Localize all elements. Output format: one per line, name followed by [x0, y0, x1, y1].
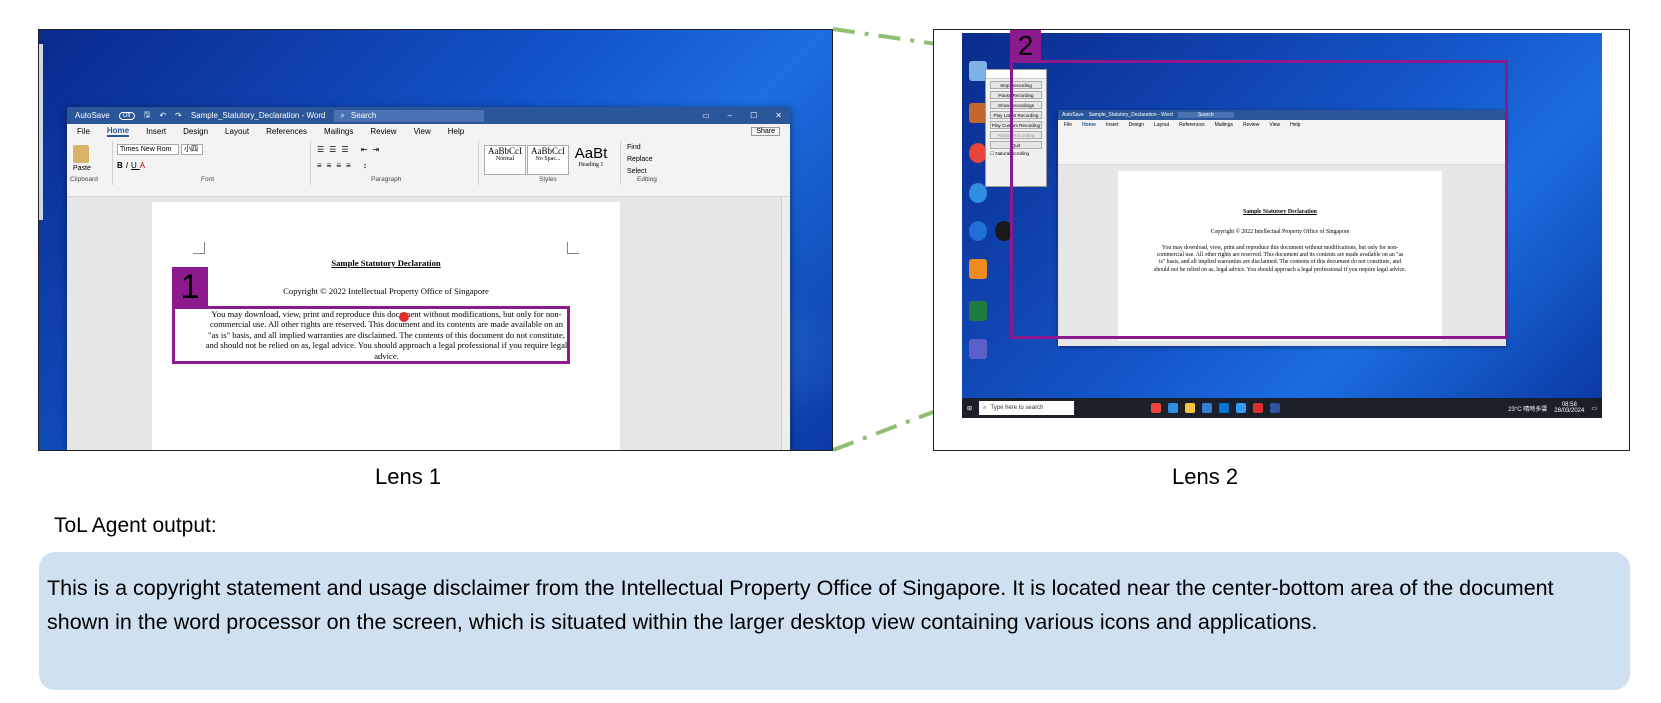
list-icons[interactable]: ☰☰☰ ⇤⇥: [317, 145, 384, 154]
badge-1: 1: [172, 267, 208, 307]
search-icon: ⌕: [340, 110, 345, 120]
document-title: Sample_Statutory_Declaration - Word: [190, 111, 326, 120]
styles-group: AaBbCcI Normal AaBbCcI No Spac... AaBt Head…: [481, 141, 621, 185]
clock: 08:58 28/03/2024: [1554, 402, 1585, 414]
app-icon[interactable]: [969, 221, 987, 241]
tab-review[interactable]: Review: [370, 127, 396, 136]
tab-layout[interactable]: Layout: [225, 127, 249, 136]
margin-mark: [567, 242, 579, 254]
taskbar-app-icon[interactable]: [1253, 403, 1264, 413]
margin-mark: [193, 242, 205, 254]
lens-1-panel: AutoSave Off 🖫 ↶ ↷ Sample_Statutory_Decl…: [38, 29, 833, 451]
paste-label[interactable]: Paste: [73, 165, 91, 172]
align-icons[interactable]: ≡≡≡≡ ↕: [317, 161, 372, 170]
word-titlebar: AutoSave Off 🖫 ↶ ↷ Sample_Statutory_Decl…: [67, 107, 790, 124]
taskbar-edge-icon[interactable]: [1168, 403, 1179, 413]
search-box[interactable]: ⌕ Search: [334, 109, 485, 122]
lens-2-panel: Stop Recording Pause Recording Show Reco…: [933, 29, 1630, 451]
document-title-text: Sample Statutory Declaration: [331, 258, 441, 268]
lens-2-caption: Lens 2: [1172, 464, 1239, 489]
taskbar-mail-icon[interactable]: [1219, 403, 1230, 413]
clipboard-group: Paste Clipboard: [67, 141, 113, 185]
editing-group-label: Editing: [637, 176, 657, 183]
highlight-box-2: [1010, 60, 1508, 339]
tab-home[interactable]: Home: [106, 126, 130, 137]
select-button[interactable]: Select: [627, 168, 646, 175]
tab-references[interactable]: References: [266, 127, 307, 136]
clipboard-group-label: Clipboard: [70, 176, 98, 183]
font-group-label: Font: [201, 176, 215, 183]
search-placeholder: Search: [350, 111, 377, 120]
font-size-select[interactable]: 小四: [180, 144, 203, 155]
ribbon-display-icon[interactable]: ▭: [702, 111, 710, 120]
left-edge-bar: [39, 44, 43, 220]
style-heading-1[interactable]: AaBt Heading 1: [570, 145, 612, 175]
find-button[interactable]: Find: [627, 144, 641, 151]
style-normal[interactable]: AaBbCcI Normal: [484, 145, 526, 175]
search-icon: ⌕: [983, 404, 987, 411]
tab-file[interactable]: File: [77, 127, 90, 136]
autosave-label: AutoSave: [75, 111, 110, 120]
paragraph-group: ☰☰☰ ⇤⇥ ≡≡≡≡ ↕ Paragraph: [313, 141, 479, 185]
excel-icon[interactable]: [969, 301, 987, 321]
font-group: Times New Rom 小四 BIUA Font: [115, 141, 311, 185]
ribbon: Paste Clipboard Times New Rom 小四 BIUA Fo…: [67, 139, 790, 197]
tab-view[interactable]: View: [414, 127, 431, 136]
badge-2: 2: [1010, 30, 1041, 62]
lens-1-caption: Lens 1: [375, 464, 442, 489]
tab-insert[interactable]: Insert: [146, 127, 166, 136]
agent-output-box: This is a copyright statement and usage …: [39, 552, 1630, 690]
share-button[interactable]: Share: [751, 127, 780, 136]
autosave-toggle[interactable]: Off: [118, 111, 135, 120]
underline-icon[interactable]: U: [131, 161, 140, 170]
minimize-icon[interactable]: –: [728, 111, 732, 120]
tab-design[interactable]: Design: [183, 127, 208, 136]
close-icon[interactable]: ✕: [775, 111, 782, 120]
paragraph-group-label: Paragraph: [371, 176, 402, 183]
highlight-box-1: [172, 306, 570, 364]
replace-button[interactable]: Replace: [627, 156, 653, 163]
start-icon[interactable]: ⊞: [967, 405, 972, 412]
taskbar: ⊞ ⌕ Type here to search 23°C 晴時多雲 08:58 28…: [962, 398, 1602, 418]
style-no-spacing[interactable]: AaBbCcI No Spac...: [527, 145, 569, 175]
styles-group-label: Styles: [539, 176, 557, 183]
tab-mailings[interactable]: Mailings: [324, 127, 353, 136]
save-icon[interactable]: 🖫: [144, 109, 151, 123]
redo-icon[interactable]: ↷: [175, 111, 182, 120]
undo-icon[interactable]: ↶: [159, 111, 166, 120]
notification-icon[interactable]: ▭: [1591, 405, 1597, 412]
taskbar-word-icon[interactable]: [1270, 403, 1281, 413]
taskbar-explorer-icon[interactable]: [1185, 403, 1196, 413]
taskbar-store-icon[interactable]: [1202, 403, 1213, 413]
taskbar-vscode-icon[interactable]: [1236, 403, 1247, 413]
maximize-icon[interactable]: ☐: [750, 111, 757, 120]
font-color-icon[interactable]: A: [140, 161, 148, 170]
vertical-scrollbar[interactable]: [781, 197, 790, 450]
font-name-select[interactable]: Times New Rom: [117, 144, 179, 155]
paste-icon[interactable]: [73, 145, 89, 163]
bold-icon[interactable]: B: [117, 161, 126, 170]
taskbar-search[interactable]: ⌕ Type here to search: [979, 401, 1075, 415]
ribbon-tabs: File Home Insert Design Layout Reference…: [67, 124, 790, 139]
taskbar-app-icon[interactable]: [1151, 403, 1162, 413]
teams-icon[interactable]: [969, 339, 987, 359]
tab-help[interactable]: Help: [448, 127, 464, 136]
vlc-icon[interactable]: [969, 259, 987, 279]
agent-output-label: ToL Agent output:: [54, 514, 217, 537]
editing-group: Find Replace Select Editing: [623, 141, 679, 185]
copyright-line: Copyright © 2022 Intellectual Property O…: [283, 286, 489, 296]
weather-readout: 23°C 晴時多雲: [1508, 406, 1548, 413]
